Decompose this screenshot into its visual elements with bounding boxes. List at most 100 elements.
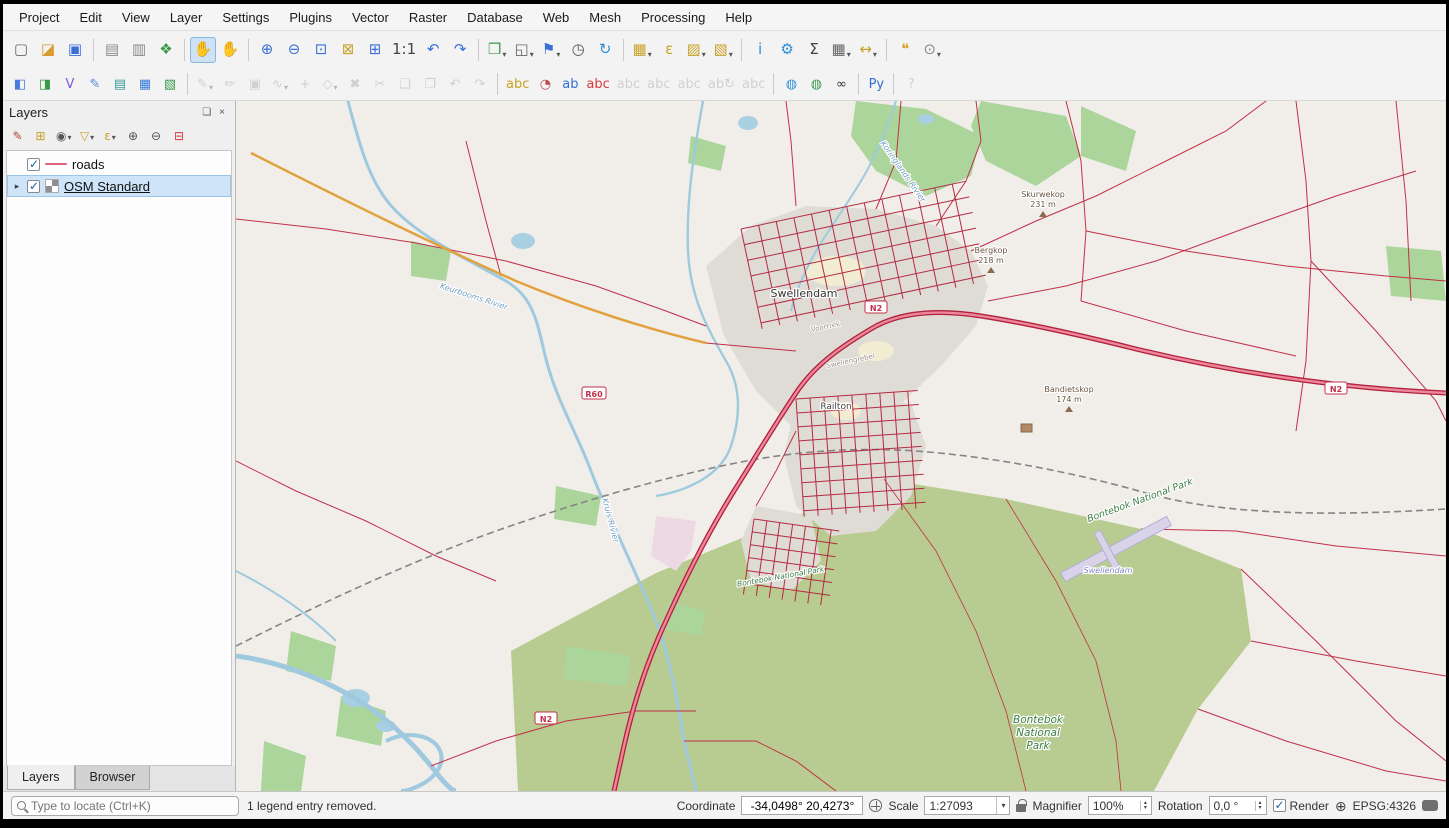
menu-project[interactable]: Project bbox=[9, 6, 69, 29]
open-attribute-table-button[interactable]: ▦▾ bbox=[828, 37, 854, 63]
menu-layer[interactable]: Layer bbox=[160, 6, 213, 29]
collapse-all-button[interactable]: ⊖ bbox=[146, 125, 167, 146]
metasearch-button[interactable]: ◍ bbox=[779, 72, 803, 96]
layer-visibility-checkbox[interactable] bbox=[27, 158, 40, 171]
new-map-view-icon: ❒ bbox=[488, 42, 501, 57]
lock-scale-icon[interactable] bbox=[1016, 804, 1026, 812]
zoom-native-icon: 1:1 bbox=[392, 42, 416, 57]
menu-database[interactable]: Database bbox=[457, 6, 533, 29]
auto-labeling-button[interactable]: ab bbox=[558, 72, 582, 96]
zoom-to-selection-button[interactable]: ⊠ bbox=[335, 37, 361, 63]
locate-box[interactable] bbox=[11, 796, 239, 816]
menu-plugins[interactable]: Plugins bbox=[279, 6, 342, 29]
zoom-to-layer-button[interactable]: ⊞ bbox=[362, 37, 388, 63]
float-panel-icon[interactable]: ❏ bbox=[198, 107, 215, 118]
new-3d-map-view-button[interactable]: ◱▾ bbox=[511, 37, 537, 63]
temporal-controller-button[interactable]: ◷ bbox=[565, 37, 591, 63]
style-manager-button[interactable]: ❖ bbox=[153, 37, 179, 63]
locate-input[interactable] bbox=[31, 799, 233, 813]
label-options-button[interactable]: abc bbox=[583, 72, 612, 96]
menu-processing[interactable]: Processing bbox=[631, 6, 715, 29]
menu-help[interactable]: Help bbox=[715, 6, 762, 29]
select-by-form-button[interactable]: ▧▾ bbox=[710, 37, 736, 63]
layer-item-osm-standard[interactable]: ▸ OSM Standard bbox=[7, 175, 231, 197]
expand-arrow[interactable]: ▸ bbox=[12, 181, 22, 192]
select-by-form-icon: ▧ bbox=[714, 42, 728, 57]
spinner-arrows-icon[interactable]: ▴▾ bbox=[1140, 801, 1147, 811]
vertex-tool-icon: ◇ bbox=[322, 78, 332, 91]
render-toggle[interactable]: Render bbox=[1273, 799, 1329, 813]
rotation-spinbox[interactable]: 0,0 ° ▴▾ bbox=[1209, 796, 1267, 815]
statistics-panel-button[interactable]: Σ bbox=[801, 37, 827, 63]
statusbar: 1 legend entry removed. Coordinate Scale… bbox=[3, 791, 1446, 819]
tab-browser[interactable]: Browser bbox=[75, 766, 151, 790]
identify-features-button[interactable]: i bbox=[747, 37, 773, 63]
new-shapefile-layer-button[interactable]: V bbox=[58, 72, 82, 96]
expand-all-button[interactable]: ⊕ bbox=[123, 125, 144, 146]
add-group-button[interactable]: ⊞ bbox=[30, 125, 51, 146]
magnifier-spinbox[interactable]: 100% ▴▾ bbox=[1088, 796, 1152, 815]
menu-web[interactable]: Web bbox=[533, 6, 580, 29]
show-bookmarks-button[interactable]: ⚑▾ bbox=[538, 37, 564, 63]
show-layout-manager-button[interactable]: ▥ bbox=[126, 37, 152, 63]
web-service-button[interactable]: ◍ bbox=[804, 72, 828, 96]
menu-vector[interactable]: Vector bbox=[342, 6, 399, 29]
crs-globe-icon[interactable]: ⊕ bbox=[1335, 799, 1347, 813]
deselect-all-button[interactable]: ▨▾ bbox=[683, 37, 709, 63]
scale-combo[interactable]: 1:27093 ▾ bbox=[924, 796, 1010, 815]
zoom-next-button[interactable]: ↷ bbox=[447, 37, 473, 63]
new-geopackage-layer-button[interactable]: ◨ bbox=[33, 72, 57, 96]
filter-legend-button[interactable]: ▽▾ bbox=[77, 125, 98, 146]
menu-settings[interactable]: Settings bbox=[212, 6, 279, 29]
manage-map-themes-button[interactable]: ◉▾ bbox=[53, 125, 75, 146]
processing-toolbox-button[interactable]: ⚙ bbox=[774, 37, 800, 63]
new-map-view-button[interactable]: ❒▾ bbox=[484, 37, 510, 63]
messages-icon[interactable] bbox=[1422, 800, 1438, 811]
tab-layers[interactable]: Layers bbox=[7, 765, 75, 790]
new-mesh-layer-button[interactable]: ▦ bbox=[133, 72, 157, 96]
peak-elevation: 231 m bbox=[1030, 200, 1056, 209]
select-features-button[interactable]: ▦▾ bbox=[629, 37, 655, 63]
select-by-expression-button[interactable]: ε bbox=[656, 37, 682, 63]
nominatim-search-button[interactable]: ⊙▾ bbox=[919, 37, 945, 63]
data-source-manager-button[interactable]: ◧ bbox=[8, 72, 32, 96]
coordinate-display-toggle-icon[interactable] bbox=[869, 799, 882, 812]
zoom-in-button[interactable]: ⊕ bbox=[254, 37, 280, 63]
menu-edit[interactable]: Edit bbox=[69, 6, 111, 29]
zoom-out-button[interactable]: ⊖ bbox=[281, 37, 307, 63]
save-project-button[interactable]: ▣ bbox=[62, 37, 88, 63]
pan-map-button[interactable]: ✋ bbox=[190, 37, 216, 63]
python-console-button[interactable]: Py bbox=[864, 72, 888, 96]
zoom-full-button[interactable]: ⊡ bbox=[308, 37, 334, 63]
open-project-button[interactable]: ◪ bbox=[35, 37, 61, 63]
layer-labeling-button[interactable]: abc bbox=[503, 72, 532, 96]
spinner-arrows-icon[interactable]: ▴▾ bbox=[1255, 801, 1262, 811]
layer-item-roads[interactable]: roads bbox=[7, 153, 231, 175]
zoom-native-button[interactable]: 1:1 bbox=[389, 37, 419, 63]
layer-diagrams-button[interactable]: ◔ bbox=[533, 72, 557, 96]
open-layer-styling-button[interactable]: ✎ bbox=[7, 125, 28, 146]
menu-raster[interactable]: Raster bbox=[399, 6, 457, 29]
map-tips-button[interactable]: ❝ bbox=[892, 37, 918, 63]
map-canvas[interactable]: Swellendam Railton Skurwekop 231 m Bergk… bbox=[236, 101, 1446, 791]
pan-to-selection-button[interactable]: ✋ bbox=[217, 37, 243, 63]
menu-view[interactable]: View bbox=[112, 6, 160, 29]
filter-by-expression-button[interactable]: ε▾ bbox=[100, 125, 121, 146]
new-project-button[interactable]: ▢ bbox=[8, 37, 34, 63]
new-spatialite-layer-button[interactable]: ✎ bbox=[83, 72, 107, 96]
close-panel-icon[interactable]: × bbox=[215, 107, 229, 118]
remove-layer-button[interactable]: ⊟ bbox=[169, 125, 190, 146]
refresh-map-button[interactable]: ↻ bbox=[592, 37, 618, 63]
menu-mesh[interactable]: Mesh bbox=[579, 6, 631, 29]
new-memory-layer-button[interactable]: ▤ bbox=[108, 72, 132, 96]
osm-place-search-button[interactable]: ∞ bbox=[829, 72, 853, 96]
coordinate-input[interactable] bbox=[741, 796, 863, 815]
crs-status[interactable]: EPSG:4326 bbox=[1353, 799, 1416, 813]
layer-visibility-checkbox[interactable] bbox=[27, 180, 40, 193]
new-virtual-layer-button[interactable]: ▧ bbox=[158, 72, 182, 96]
render-checkbox[interactable] bbox=[1273, 799, 1286, 812]
measure-button[interactable]: ↔▾ bbox=[855, 37, 881, 63]
new-print-layout-button[interactable]: ▤ bbox=[99, 37, 125, 63]
zoom-last-button[interactable]: ↶ bbox=[420, 37, 446, 63]
toolbar-separator bbox=[886, 39, 887, 61]
